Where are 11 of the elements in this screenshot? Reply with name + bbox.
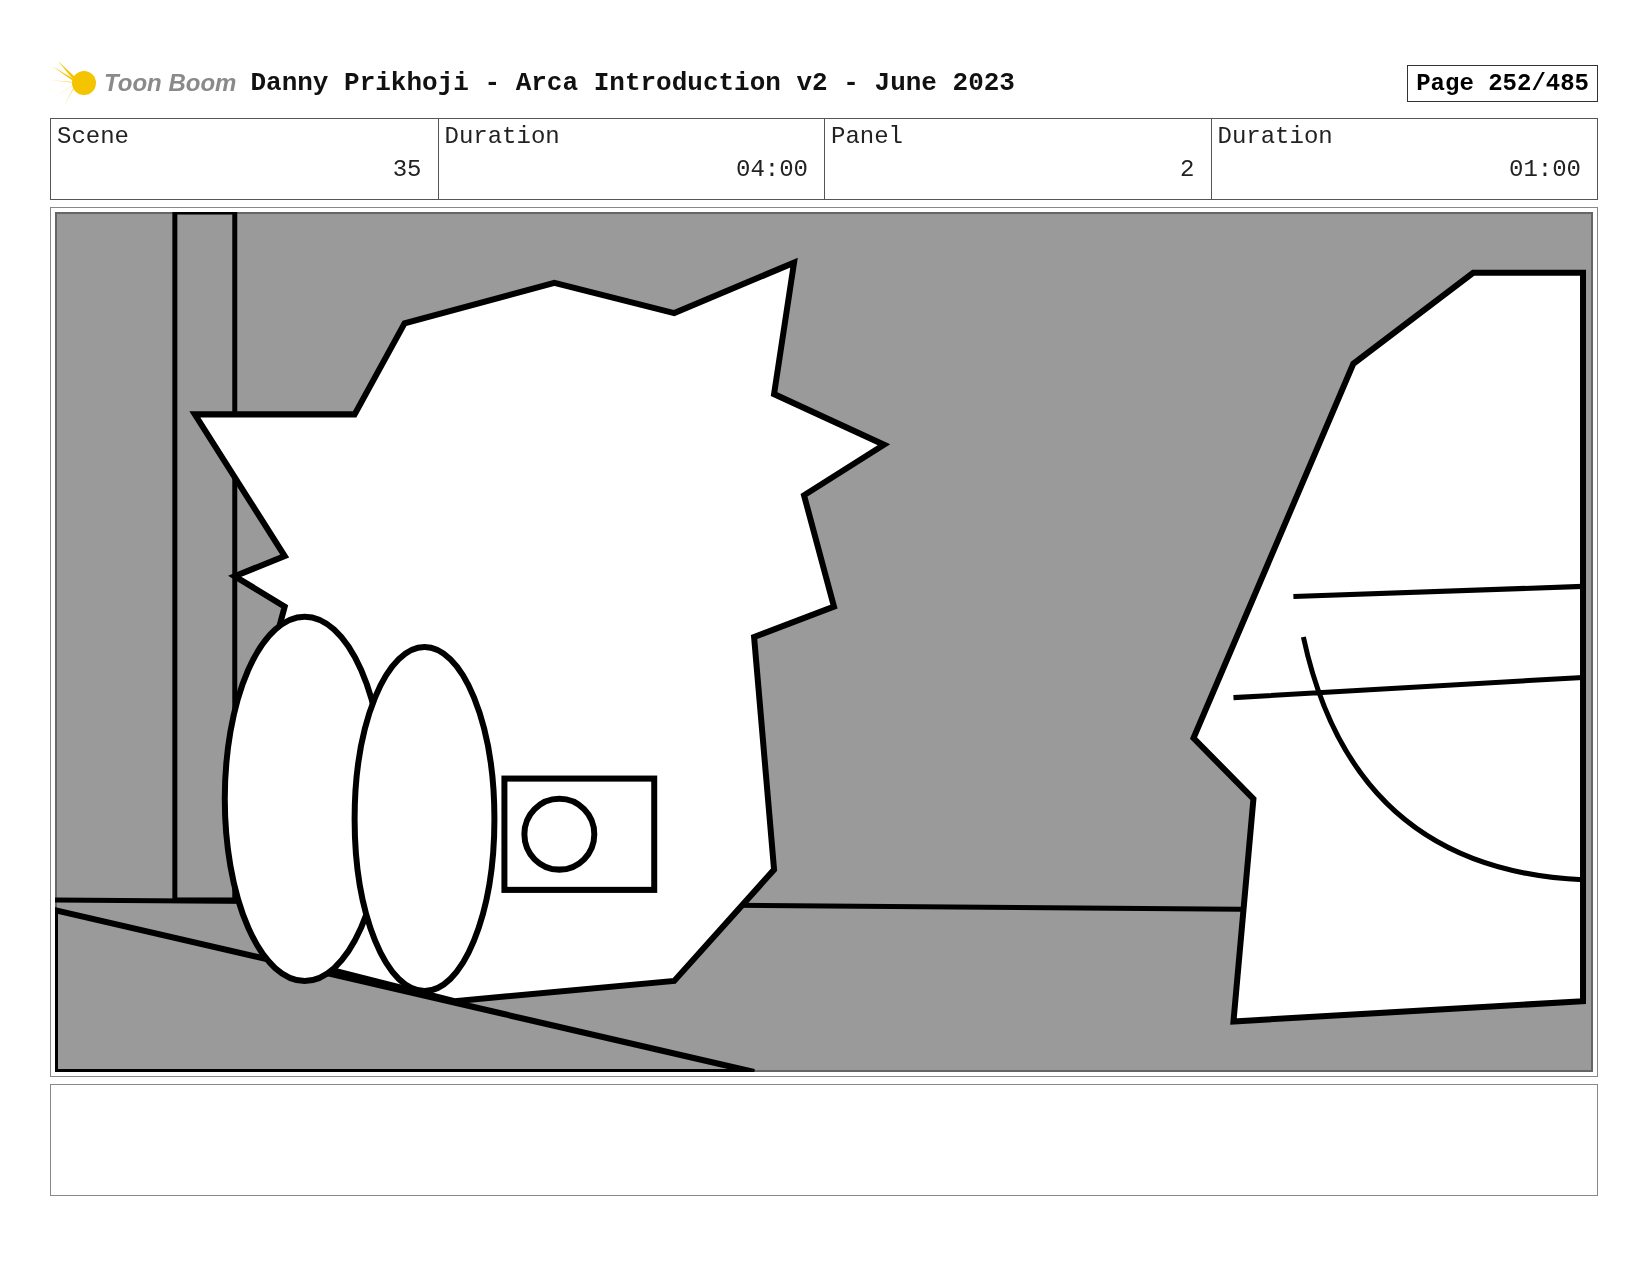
field-label: Duration — [444, 123, 560, 150]
page-number: Page 252/485 — [1407, 64, 1598, 102]
field-label: Duration — [1217, 123, 1333, 150]
field-value: 35 — [392, 156, 422, 183]
field-value: 2 — [1180, 156, 1195, 183]
field-label: Scene — [57, 123, 129, 150]
document-title: Danny Prikhoji - Arca Introduction v2 - June 2023 — [250, 68, 1016, 98]
field-value: 04:00 — [736, 156, 808, 183]
field-value: 01:00 — [1509, 156, 1581, 183]
logo-text: Toon Boom — [104, 69, 237, 97]
field-label: Panel — [831, 123, 903, 150]
